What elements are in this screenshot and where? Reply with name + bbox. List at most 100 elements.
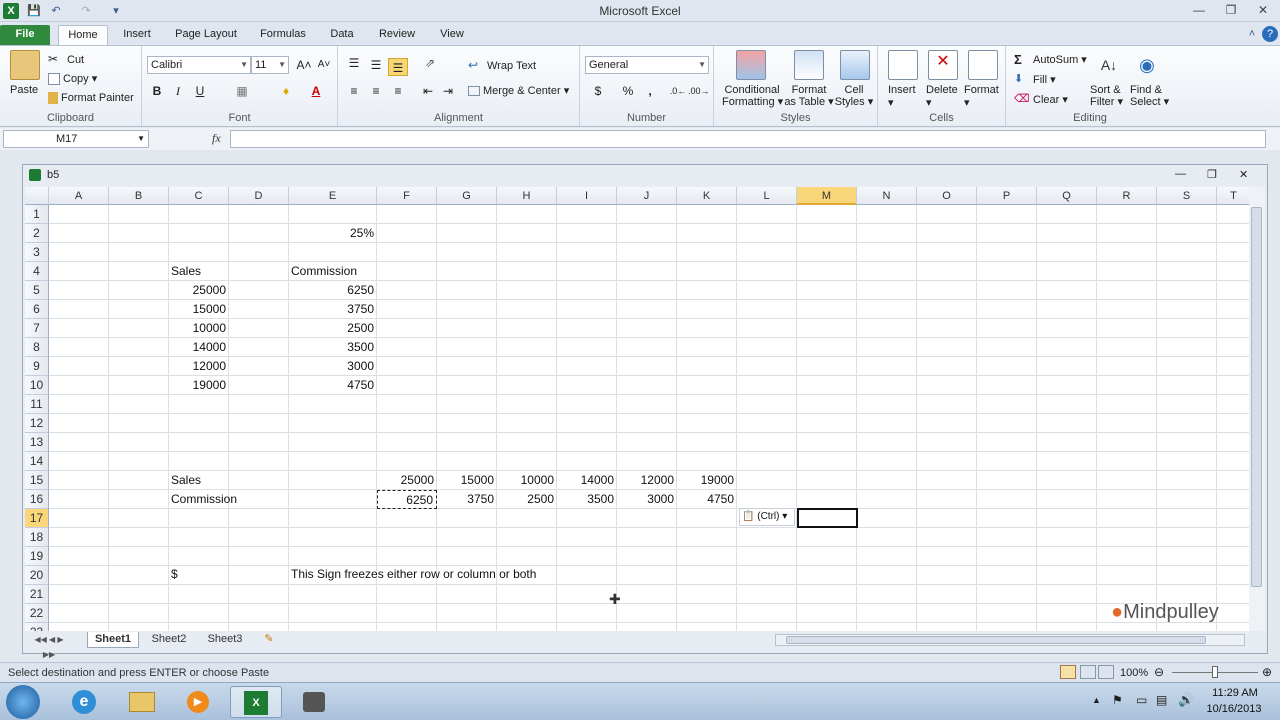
column-header-b[interactable]: B <box>109 187 169 205</box>
tab-data[interactable]: Data <box>322 25 362 45</box>
column-header-q[interactable]: Q <box>1037 187 1097 205</box>
taskbar-app-icon[interactable] <box>288 686 340 718</box>
binoculars-icon[interactable]: ◉ <box>1132 50 1162 80</box>
cell-styles-icon[interactable] <box>840 50 870 80</box>
row-header-20[interactable]: 20 <box>25 566 49 585</box>
align-left-icon[interactable]: ≡ <box>344 82 364 100</box>
row-header-7[interactable]: 7 <box>25 319 49 338</box>
cell-e2[interactable]: 25% <box>289 224 377 243</box>
start-button[interactable] <box>6 685 40 719</box>
sheet-nav-icon[interactable]: ◀◀ ◀ ▶ ▶▶ <box>29 632 69 659</box>
row-header-13[interactable]: 13 <box>25 433 49 452</box>
font-size-combo[interactable]: 11 ▼ <box>251 56 289 74</box>
select-all-corner[interactable] <box>25 187 49 205</box>
tab-sheet1[interactable]: Sheet1 <box>87 632 139 648</box>
cell-k16[interactable]: 4750 <box>677 490 737 509</box>
active-cell-m17[interactable] <box>797 508 858 528</box>
normal-view-icon[interactable] <box>1060 665 1076 679</box>
insert-function-button[interactable]: fx <box>212 131 221 146</box>
name-box[interactable]: M17 ▼ <box>3 130 149 148</box>
row-header-19[interactable]: 19 <box>25 547 49 566</box>
show-hidden-icons[interactable]: ▲ <box>1092 695 1101 705</box>
restore-icon[interactable]: ❐ <box>1220 2 1242 18</box>
clock-time[interactable]: 11:29 AM <box>1206 687 1264 699</box>
orientation-icon[interactable]: ⇗ <box>420 54 440 72</box>
cell-c20[interactable]: $ <box>169 565 229 584</box>
align-right-icon[interactable]: ≡ <box>388 82 408 100</box>
zoom-out-icon[interactable]: ⊖ <box>1154 665 1164 679</box>
column-header-n[interactable]: N <box>857 187 917 205</box>
cell-j15[interactable]: 12000 <box>617 471 677 490</box>
cell-c5[interactable]: 25000 <box>169 281 229 300</box>
format-as-table-icon[interactable] <box>794 50 824 80</box>
workbook-close-icon[interactable]: ✕ <box>1239 168 1248 181</box>
currency-button[interactable]: $ <box>588 82 608 100</box>
fill-button[interactable]: ⬇ Fill ▾ <box>1014 72 1056 88</box>
row-header-15[interactable]: 15 <box>25 471 49 490</box>
horizontal-scroll-thumb[interactable] <box>786 636 1206 644</box>
cell-e10[interactable]: 4750 <box>289 376 377 395</box>
wrap-text-button[interactable]: ↩ Wrap Text <box>468 58 536 74</box>
row-header-8[interactable]: 8 <box>25 338 49 357</box>
network-icon[interactable]: ▤ <box>1156 693 1167 707</box>
row-header-6[interactable]: 6 <box>25 300 49 319</box>
row-header-3[interactable]: 3 <box>25 243 49 262</box>
row-header-16[interactable]: 16 <box>25 490 49 509</box>
increase-decimal-icon[interactable]: .0← <box>668 82 688 100</box>
italic-button[interactable]: I <box>168 82 188 100</box>
paste-icon[interactable] <box>10 50 40 80</box>
vertical-scroll-thumb[interactable] <box>1251 207 1262 587</box>
row-header-17[interactable]: 17 <box>25 509 49 528</box>
conditional-formatting-icon[interactable] <box>736 50 766 80</box>
column-header-r[interactable]: R <box>1097 187 1157 205</box>
row-header-1[interactable]: 1 <box>25 205 49 224</box>
cell-e9[interactable]: 3000 <box>289 357 377 376</box>
column-header-h[interactable]: H <box>497 187 557 205</box>
horizontal-scrollbar[interactable] <box>775 634 1245 646</box>
spreadsheet-grid[interactable]: ABCDEFGHIJKLMNOPQRST 1 2 3 4 5 6 7 8 9 10 11 12 13 14… <box>25 187 1251 631</box>
column-header-m[interactable]: M <box>797 187 857 205</box>
tab-review[interactable]: Review <box>372 25 422 45</box>
row-header-18[interactable]: 18 <box>25 528 49 547</box>
insert-cells-icon[interactable] <box>888 50 918 80</box>
workbook-restore-icon[interactable]: ❐ <box>1207 168 1217 181</box>
device-icon[interactable]: ▭ <box>1136 693 1147 707</box>
sort-filter-icon[interactable]: A↓ <box>1094 50 1124 80</box>
tab-page-layout[interactable]: Page Layout <box>168 25 244 45</box>
font-color-icon[interactable]: A <box>306 82 326 100</box>
shrink-font-icon[interactable]: A˅ <box>314 56 334 74</box>
find-select-button[interactable]: Find & Select ▾ <box>1130 84 1169 108</box>
minimize-icon[interactable]: — <box>1188 2 1210 18</box>
cell-i15[interactable]: 14000 <box>557 471 617 490</box>
row-header-5[interactable]: 5 <box>25 281 49 300</box>
cell-c16[interactable]: Commission <box>169 490 289 509</box>
cell-e8[interactable]: 3500 <box>289 338 377 357</box>
cell-c9[interactable]: 12000 <box>169 357 229 376</box>
decrease-decimal-icon[interactable]: .00→ <box>688 82 710 100</box>
underline-button[interactable]: U <box>190 82 210 100</box>
row-header-9[interactable]: 9 <box>25 357 49 376</box>
paste-button[interactable]: Paste <box>10 84 38 96</box>
tab-insert[interactable]: Insert <box>114 25 160 45</box>
row-header-23[interactable]: 23 <box>25 623 49 631</box>
cut-button[interactable]: ✂ Cut <box>48 52 84 68</box>
help-icon[interactable]: ? <box>1262 26 1278 42</box>
clear-button[interactable]: ⌫ Clear ▾ <box>1014 92 1068 108</box>
insert-cells-button[interactable]: Insert ▾ <box>888 84 916 109</box>
zoom-in-icon[interactable]: ⊕ <box>1262 665 1272 679</box>
merge-center-button[interactable]: Merge & Center ▾ <box>468 84 569 97</box>
workbook-minimize-icon[interactable]: — <box>1175 168 1186 180</box>
page-break-view-icon[interactable] <box>1098 665 1114 679</box>
tab-home[interactable]: Home <box>58 25 108 45</box>
cell-e20[interactable]: This Sign freezes either row or column o… <box>289 565 589 584</box>
align-middle-icon[interactable]: ☰ <box>366 56 386 74</box>
row-header-14[interactable]: 14 <box>25 452 49 471</box>
ribbon-minimize-icon[interactable]: ˄ <box>1244 26 1260 42</box>
tab-view[interactable]: View <box>432 25 472 45</box>
taskbar-excel-icon[interactable]: X <box>230 686 282 718</box>
cell-i16[interactable]: 3500 <box>557 490 617 509</box>
cell-c15[interactable]: Sales <box>169 471 229 490</box>
percent-button[interactable]: % <box>618 82 638 100</box>
paste-options-button[interactable]: 📋 (Ctrl) ▾ <box>739 508 795 526</box>
format-as-table-button[interactable]: Format as Table ▾ <box>784 84 834 108</box>
